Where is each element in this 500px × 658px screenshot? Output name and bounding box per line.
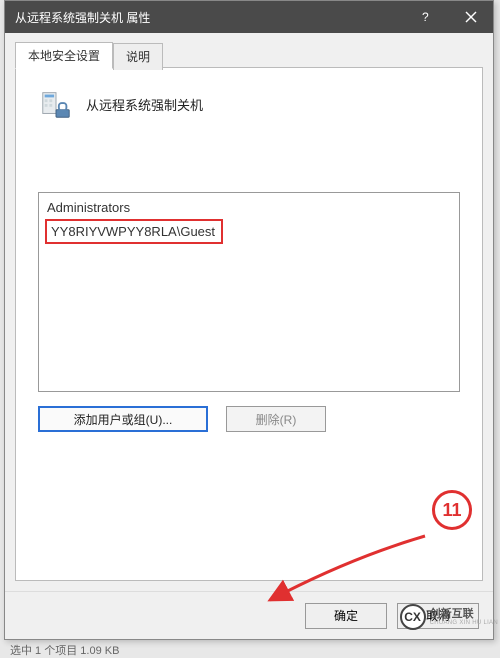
policy-icon bbox=[38, 86, 74, 122]
titlebar: 从远程系统强制关机 属性 ? bbox=[5, 1, 493, 33]
watermark: CX 创新互联 CHUANG XIN HU LIAN bbox=[400, 604, 498, 630]
window-title: 从远程系统强制关机 属性 bbox=[15, 9, 403, 26]
svg-text:?: ? bbox=[422, 11, 429, 23]
tab-local-security[interactable]: 本地安全设置 bbox=[15, 42, 113, 69]
policy-name: 从远程系统强制关机 bbox=[86, 95, 203, 114]
tab-panel: 从远程系统强制关机 Administrators YY8RIYVWPYY8RLA… bbox=[15, 67, 483, 581]
close-button[interactable] bbox=[448, 1, 493, 33]
add-user-group-button[interactable]: 添加用户或组(U)... bbox=[38, 406, 208, 432]
help-button[interactable]: ? bbox=[403, 1, 448, 33]
policy-header: 从远程系统强制关机 bbox=[38, 86, 460, 122]
watermark-cn: 创新互联 bbox=[430, 608, 498, 620]
statusbar-text: 选中 1 个项目 1.09 KB bbox=[10, 642, 119, 658]
highlighted-member: YY8RIYVWPYY8RLA\Guest bbox=[45, 219, 223, 245]
ok-button[interactable]: 确定 bbox=[305, 603, 387, 629]
member-item[interactable]: YY8RIYVWPYY8RLA\Guest bbox=[49, 223, 217, 240]
member-buttons-row: 添加用户或组(U)... 删除(R) bbox=[38, 406, 460, 432]
remove-button[interactable]: 删除(R) bbox=[226, 406, 326, 432]
tab-strip: 本地安全设置 说明 bbox=[15, 41, 483, 68]
tab-explain[interactable]: 说明 bbox=[113, 43, 163, 70]
watermark-en: CHUANG XIN HU LIAN bbox=[430, 620, 498, 627]
titlebar-buttons: ? bbox=[403, 1, 493, 33]
watermark-logo-icon: CX bbox=[400, 604, 426, 630]
member-item[interactable]: Administrators bbox=[45, 197, 453, 219]
properties-dialog: 从远程系统强制关机 属性 ? 本地安全设置 说明 bbox=[4, 0, 494, 640]
members-list[interactable]: Administrators YY8RIYVWPYY8RLA\Guest bbox=[38, 192, 460, 392]
dialog-body: 本地安全设置 说明 从远程系统强制关机 bbox=[5, 33, 493, 591]
